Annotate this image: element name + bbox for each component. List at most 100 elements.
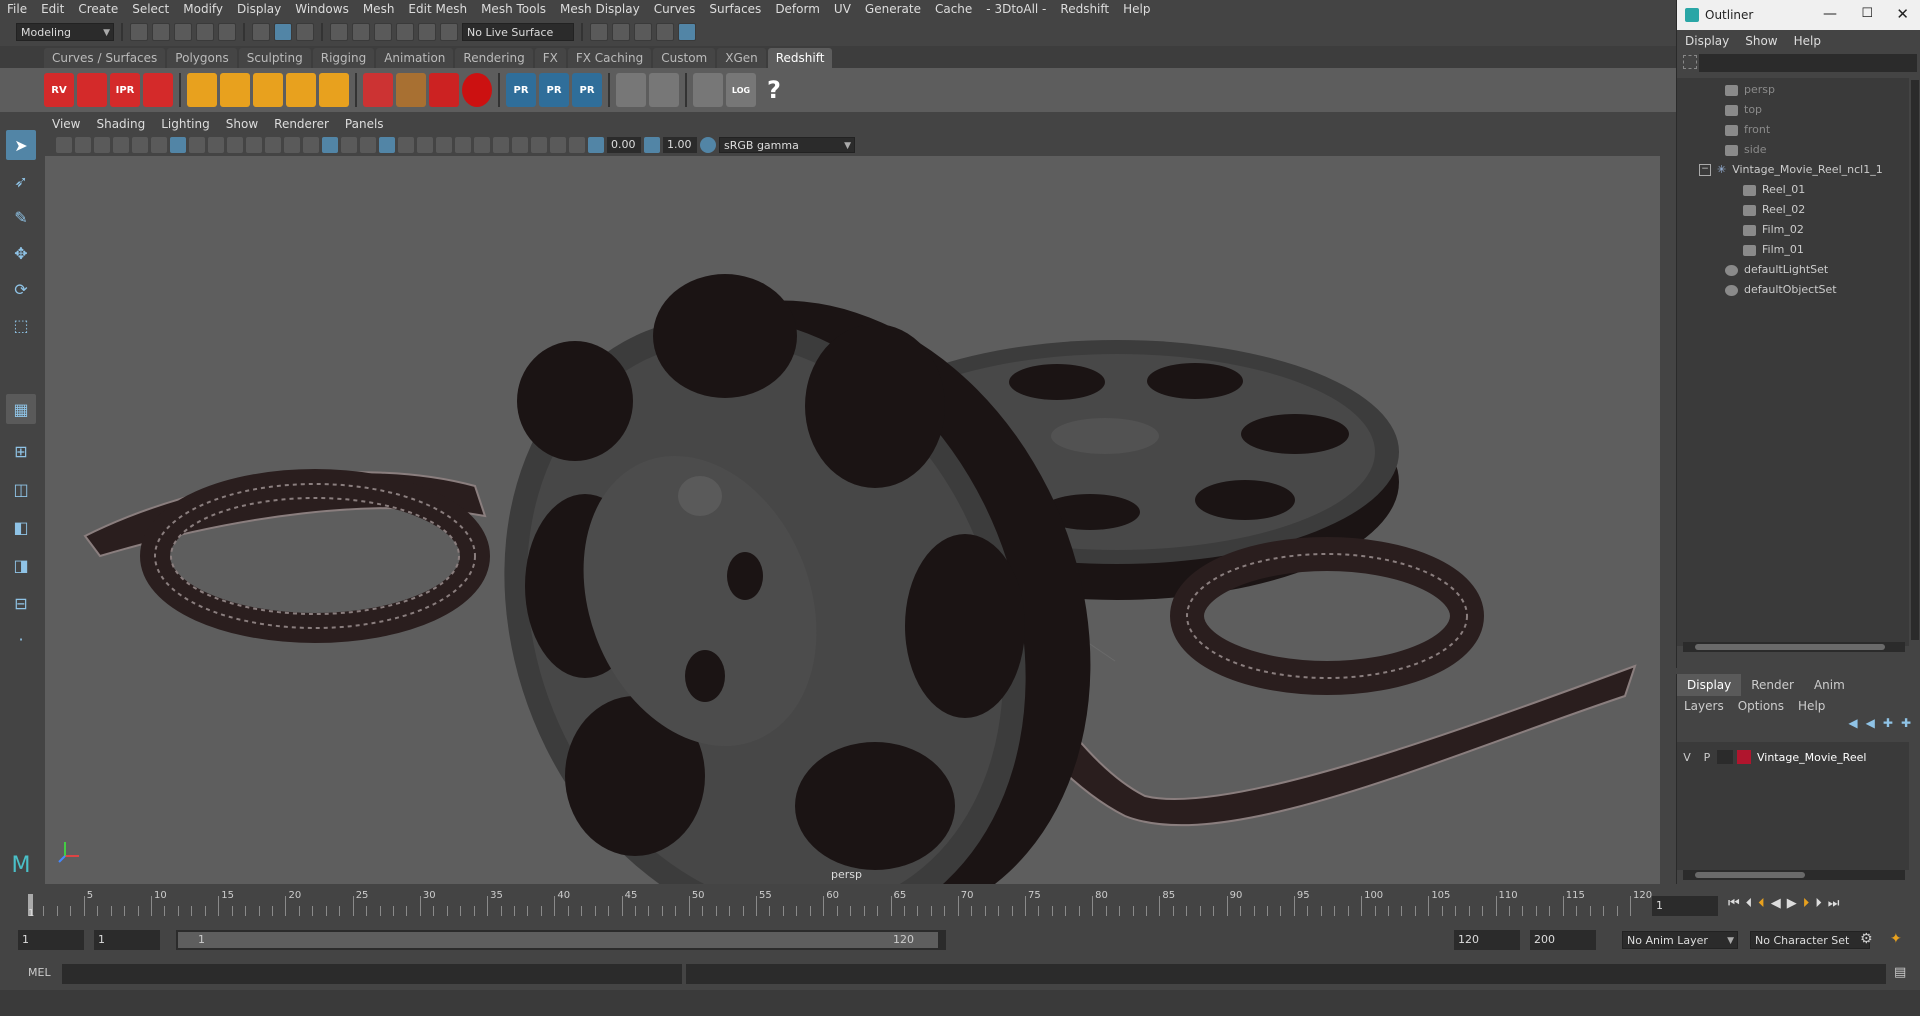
animation-end-field[interactable]: 200	[1530, 930, 1596, 950]
shelf-tab-fx-caching[interactable]: FX Caching	[567, 48, 652, 68]
smooth-shade-icon[interactable]	[322, 137, 338, 153]
xray-joints-icon[interactable]	[550, 137, 566, 153]
outliner-vertical-scrollbar[interactable]	[1911, 80, 1919, 640]
outliner-item-side[interactable]: side	[1725, 140, 1767, 160]
view-transform-dropdown[interactable]: sRGB gamma ▼	[719, 137, 855, 153]
outliner-search-input[interactable]	[1699, 54, 1917, 72]
gamma-icon[interactable]	[644, 137, 660, 153]
snap-surface-icon[interactable]	[418, 23, 436, 41]
step-forward-key-icon[interactable]: ⏵	[1815, 896, 1822, 911]
panel-menu-shading[interactable]: Shading	[88, 117, 153, 131]
menu-mesh-tools[interactable]: Mesh Tools	[474, 0, 553, 18]
outliner-item-reel-02[interactable]: Reel_02	[1743, 200, 1805, 220]
menu-3dtoall[interactable]: - 3DtoAll -	[979, 0, 1053, 18]
perspective-viewport[interactable]: persp	[45, 156, 1660, 884]
shelf-tab-fx[interactable]: FX	[534, 48, 566, 68]
save-scene-icon[interactable]	[174, 23, 192, 41]
select-component-icon[interactable]	[296, 23, 314, 41]
playback-end-field[interactable]: 120	[1454, 930, 1520, 950]
outliner-menu-help[interactable]: Help	[1786, 34, 1829, 48]
camera-select-icon[interactable]	[56, 137, 72, 153]
outliner-item-group[interactable]: − ✳ Vintage_Movie_Reel_ncl1_1	[1699, 160, 1883, 180]
menu-cache[interactable]: Cache	[928, 0, 979, 18]
shelf-tab-rigging[interactable]: Rigging	[312, 48, 375, 68]
menu-select[interactable]: Select	[125, 0, 176, 18]
menu-windows[interactable]: Windows	[288, 0, 356, 18]
menu-generate[interactable]: Generate	[858, 0, 928, 18]
redshift-render-frame-button[interactable]	[77, 73, 107, 107]
minimize-icon[interactable]: —	[1823, 6, 1837, 22]
select-tool-icon[interactable]: ➤	[6, 130, 36, 160]
snap-grid-icon[interactable]	[330, 23, 348, 41]
redo-icon[interactable]	[218, 23, 236, 41]
rs-sphere-button[interactable]	[462, 73, 492, 107]
panel-menu-view[interactable]: View	[44, 117, 88, 131]
image-plane-icon[interactable]	[113, 137, 129, 153]
menu-mesh[interactable]: Mesh	[356, 0, 402, 18]
rs-script-button[interactable]	[693, 73, 723, 107]
rs-proxy-button[interactable]	[363, 73, 393, 107]
select-object-icon[interactable]	[274, 23, 292, 41]
snap-curve-icon[interactable]	[352, 23, 370, 41]
menu-uv[interactable]: UV	[827, 0, 858, 18]
maximize-icon[interactable]: ☐	[1861, 6, 1873, 21]
menu-surfaces[interactable]: Surfaces	[702, 0, 768, 18]
redshift-render-settings-button[interactable]	[143, 73, 173, 107]
menu-deform[interactable]: Deform	[768, 0, 827, 18]
safe-title-icon[interactable]	[284, 137, 300, 153]
rs-hair-button[interactable]	[396, 73, 426, 107]
range-bar-handle[interactable]: 1 120	[178, 932, 938, 948]
layer-menu-layers[interactable]: Layers	[1677, 699, 1731, 713]
grid-toggle-icon[interactable]	[170, 137, 186, 153]
menu-redshift[interactable]: Redshift	[1053, 0, 1116, 18]
go-to-end-icon[interactable]: ⏭	[1828, 896, 1840, 911]
rs-bake-button[interactable]	[616, 73, 646, 107]
shelf-tab-sculpting[interactable]: Sculpting	[238, 48, 311, 68]
layer-display-type[interactable]	[1717, 750, 1733, 764]
menu-display[interactable]: Display	[230, 0, 288, 18]
menu-edit[interactable]: Edit	[34, 0, 71, 18]
select-hierarchy-icon[interactable]	[252, 23, 270, 41]
anti-aliasing-icon[interactable]	[474, 137, 490, 153]
rotate-tool-icon[interactable]: ⟳	[6, 274, 36, 304]
color-management-icon[interactable]	[700, 137, 716, 153]
script-language-toggle[interactable]: MEL	[28, 966, 51, 979]
exposure-icon[interactable]	[588, 137, 604, 153]
rs-ies-light-button[interactable]	[253, 73, 283, 107]
panel-menu-renderer[interactable]: Renderer	[266, 117, 337, 131]
rs-log-button[interactable]: LOG	[726, 73, 756, 107]
outliner-item-reel-01[interactable]: Reel_01	[1743, 180, 1805, 200]
rs-curve-button[interactable]	[429, 73, 459, 107]
time-slider[interactable]: 5 10 15 20 25 30 35 40 45 50 55 60 65 70 75 80 85 90 95 100…	[0, 890, 1920, 920]
snap-live-icon[interactable]	[440, 23, 458, 41]
menu-curves[interactable]: Curves	[647, 0, 703, 18]
four-view-layout-icon[interactable]: ⊞	[6, 436, 36, 466]
outliner-item-persp[interactable]: persp	[1725, 80, 1775, 100]
step-back-frame-icon[interactable]: ⏴	[1758, 896, 1765, 911]
layer-horizontal-scrollbar[interactable]	[1683, 870, 1905, 880]
panel-menu-panels[interactable]: Panels	[337, 117, 392, 131]
redshift-ipr-button[interactable]: IPR	[110, 73, 140, 107]
rs-bake-set-button[interactable]	[649, 73, 679, 107]
undo-icon[interactable]	[196, 23, 214, 41]
depth-of-field-icon[interactable]	[493, 137, 509, 153]
outliner-item-film-01[interactable]: Film_01	[1743, 240, 1804, 260]
layer-tab-display[interactable]: Display	[1677, 674, 1742, 696]
live-surface-field[interactable]: No Live Surface	[462, 23, 574, 41]
layer-visibility-toggle[interactable]: V	[1677, 751, 1697, 764]
scrollbar-thumb[interactable]	[1695, 872, 1805, 878]
rs-proxy-switch-button[interactable]: PR	[572, 73, 602, 107]
rs-proxy-export-button[interactable]: PR	[506, 73, 536, 107]
go-to-start-icon[interactable]: ⏮	[1728, 896, 1740, 911]
rs-portal-light-button[interactable]	[220, 73, 250, 107]
anim-prefs-icon[interactable]: ⚙	[1860, 931, 1873, 947]
redshift-render-view-button[interactable]: RV	[44, 73, 74, 107]
panel-menu-lighting[interactable]: Lighting	[153, 117, 218, 131]
outliner-horizontal-scrollbar[interactable]	[1683, 642, 1905, 652]
step-forward-frame-icon[interactable]: ⏵	[1803, 896, 1810, 911]
menu-help[interactable]: Help	[1116, 0, 1157, 18]
render-view-icon[interactable]	[590, 23, 608, 41]
move-layer-down-icon[interactable]: ◀	[1866, 716, 1875, 736]
layout-toggle-icon[interactable]: ·	[6, 624, 36, 654]
step-back-key-icon[interactable]: ⏴	[1746, 896, 1753, 911]
